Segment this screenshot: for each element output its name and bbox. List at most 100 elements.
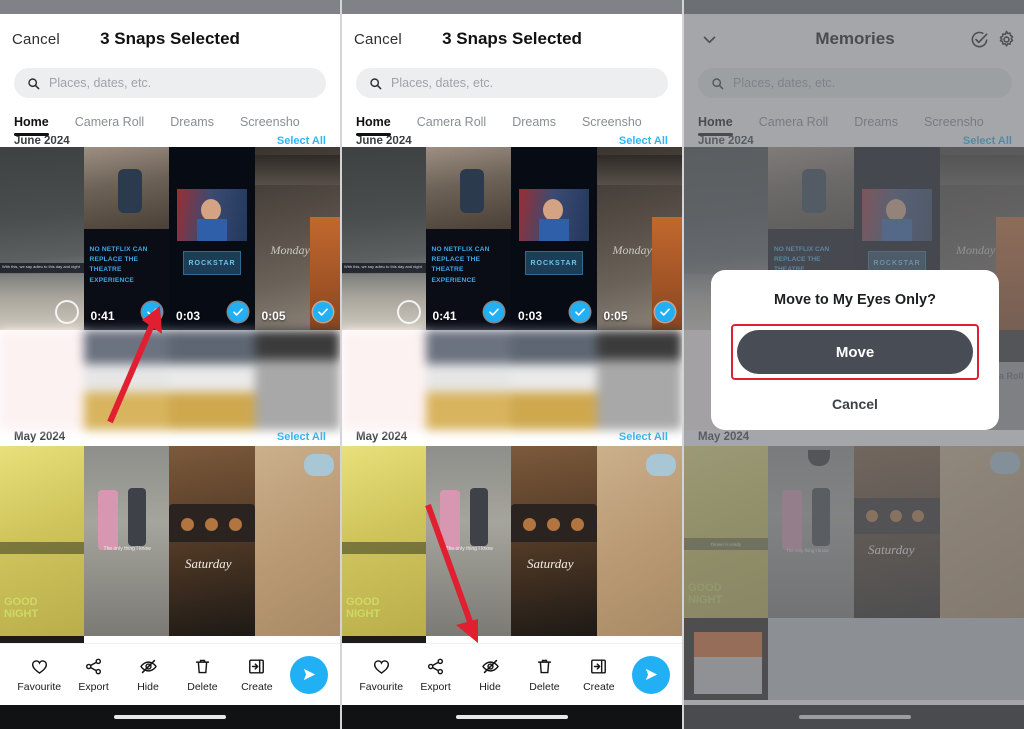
thumbnail[interactable]: GOOD NIGHT: [0, 446, 84, 636]
send-button[interactable]: [290, 655, 329, 694]
tab-camera-roll[interactable]: Camera Roll: [417, 115, 486, 136]
duration-label: 0:03: [176, 309, 201, 323]
tab-screenshots[interactable]: Screensho: [924, 115, 984, 136]
heart-icon: [31, 659, 47, 674]
thumbnail[interactable]: Dinner is ready GOOD NIGHT: [684, 446, 768, 618]
thumbnail[interactable]: The only thing I know: [425, 446, 512, 636]
month-header-may: May 2024 Select All: [0, 430, 340, 446]
create-icon: [249, 658, 265, 674]
thumbnail[interactable]: The only thing I know: [768, 446, 854, 618]
tool-label: Create: [241, 680, 273, 693]
tab-bar: Home Camera Roll Dreams Screensho: [342, 106, 682, 136]
thumbnail[interactable]: ROCKSTAR 0:03: [511, 147, 597, 330]
duration-label: 0:41: [432, 309, 457, 323]
export-button[interactable]: Export: [408, 657, 462, 693]
thumbnail[interactable]: The only thing I know: [83, 446, 170, 636]
selected-badge[interactable]: [313, 302, 334, 322]
cancel-button[interactable]: Cancel: [354, 31, 402, 48]
select-all-link[interactable]: Select All: [277, 431, 326, 443]
photo-grid-partial: [684, 618, 1024, 700]
month-header-june: June 2024 Select All: [684, 136, 1024, 147]
favourite-button[interactable]: Favourite: [12, 657, 66, 693]
photo-grid-may: Dinner is ready GOOD NIGHT The only thing…: [684, 446, 1024, 618]
search-input[interactable]: Places, dates, etc.: [14, 68, 326, 98]
duration-label: 0:05: [261, 309, 286, 323]
status-bar: [684, 0, 1024, 14]
tab-home[interactable]: Home: [356, 115, 391, 136]
chevron-down-icon[interactable]: [696, 26, 722, 52]
tab-home[interactable]: Home: [698, 115, 733, 136]
tool-label: Export: [78, 680, 109, 693]
search-placeholder: Places, dates, etc.: [49, 76, 152, 90]
tab-camera-roll[interactable]: Camera Roll: [759, 115, 828, 136]
selected-badge[interactable]: [142, 302, 163, 322]
panel3-header: Memories: [684, 14, 1024, 64]
selection-circle[interactable]: [399, 302, 419, 322]
thumbnail[interactable]: Monday 0:05: [596, 147, 682, 330]
photo-grid-blurred: [0, 330, 340, 430]
select-all-link[interactable]: Select All: [277, 136, 326, 147]
thumbnail[interactable]: Saturday: [169, 446, 255, 636]
hide-button[interactable]: Hide: [463, 657, 517, 693]
selected-badge[interactable]: [655, 302, 676, 322]
select-all-link[interactable]: Select All: [963, 136, 1012, 147]
share-icon: [86, 658, 102, 674]
home-indicator: [342, 705, 682, 729]
thumbnail[interactable]: [254, 446, 340, 636]
selected-badge[interactable]: [484, 302, 505, 322]
search-icon: [28, 77, 40, 89]
favourite-button[interactable]: Favourite: [354, 657, 408, 693]
selection-circle[interactable]: [57, 302, 77, 322]
tab-camera-roll[interactable]: Camera Roll: [75, 115, 144, 136]
thumbnail[interactable]: With this, we say adieu to this day and …: [342, 147, 426, 330]
comparison-screenshot: Cancel 3 Snaps Selected Places, dates, e…: [0, 0, 1024, 729]
export-button[interactable]: Export: [66, 657, 120, 693]
cancel-button[interactable]: Cancel: [12, 31, 60, 48]
delete-button[interactable]: Delete: [517, 657, 571, 693]
tab-dreams[interactable]: Dreams: [854, 115, 898, 136]
tab-screenshots[interactable]: Screensho: [582, 115, 642, 136]
select-all-link[interactable]: Select All: [619, 136, 668, 147]
thumbnail[interactable]: With this, we say adieu to this day and …: [0, 147, 84, 330]
month-header-june: June 2024 Select All: [342, 136, 682, 147]
tool-label: Hide: [137, 680, 159, 693]
dialog-cancel-button[interactable]: Cancel: [731, 396, 979, 412]
delete-button[interactable]: Delete: [175, 657, 229, 693]
share-icon: [428, 658, 444, 674]
send-button[interactable]: [632, 655, 671, 694]
thumbnail[interactable]: Saturday: [511, 446, 597, 636]
thumbnail[interactable]: Monday 0:05: [254, 147, 340, 330]
select-all-link[interactable]: Select All: [619, 431, 668, 443]
tool-label: Create: [583, 680, 615, 693]
tab-dreams[interactable]: Dreams: [170, 115, 214, 136]
thumbnail[interactable]: ROCKSTAR 0:03: [169, 147, 255, 330]
heart-icon: [373, 659, 389, 674]
create-button[interactable]: Create: [572, 657, 626, 693]
tab-dreams[interactable]: Dreams: [512, 115, 556, 136]
create-button[interactable]: Create: [230, 657, 284, 693]
thumbnail[interactable]: NO NETFLIX CAN REPLACE THE THEATRE EXPER…: [83, 147, 170, 330]
hide-button[interactable]: Hide: [121, 657, 175, 693]
eye-slash-icon: [481, 659, 499, 673]
thumbnail[interactable]: Saturday: [854, 446, 940, 618]
thumbnail[interactable]: [596, 446, 682, 636]
move-button[interactable]: Move: [737, 330, 973, 374]
tab-screenshots[interactable]: Screensho: [240, 115, 300, 136]
thumbnail[interactable]: NO NETFLIX CAN REPLACE THE THEATRE EXPER…: [425, 147, 512, 330]
selected-badge[interactable]: [569, 302, 590, 322]
search-input[interactable]: Places, dates, etc.: [698, 68, 1012, 98]
photo-grid-june: With this, we say adieu to this day and …: [0, 147, 340, 330]
gear-icon[interactable]: [997, 30, 1016, 49]
create-icon: [591, 658, 607, 674]
thumbnail[interactable]: [684, 618, 768, 700]
tool-label: Export: [420, 680, 451, 693]
selected-badge[interactable]: [227, 302, 248, 322]
tab-bar: Home Camera Roll Dreams Screensho: [684, 106, 1024, 136]
tab-home[interactable]: Home: [14, 115, 49, 136]
check-circle-icon[interactable]: [970, 30, 989, 49]
trash-icon: [537, 659, 552, 673]
thumbnail[interactable]: GOOD NIGHT: [342, 446, 426, 636]
month-label: June 2024: [698, 136, 754, 147]
thumbnail[interactable]: [940, 446, 1024, 618]
search-input[interactable]: Places, dates, etc.: [356, 68, 668, 98]
